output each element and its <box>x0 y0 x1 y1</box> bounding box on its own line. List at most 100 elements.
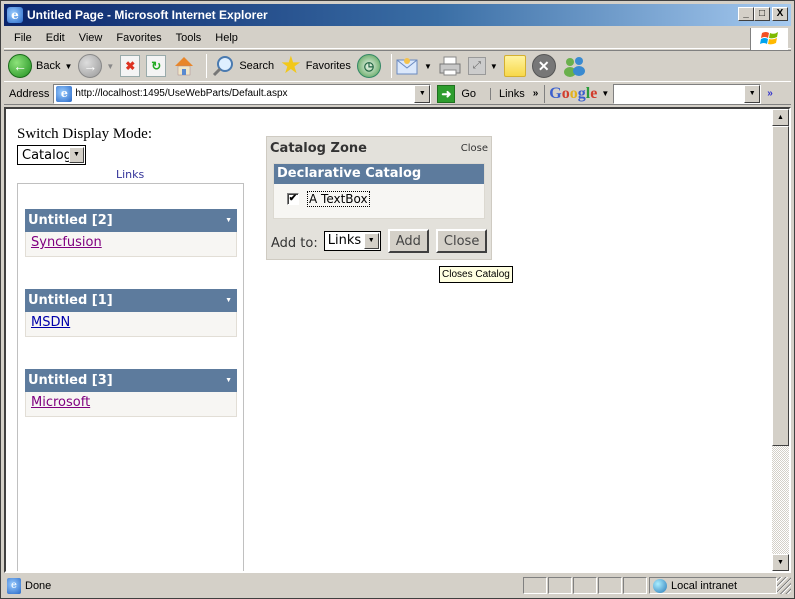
menu-tools[interactable]: Tools <box>169 32 209 44</box>
standard-toolbar: ← Back ▼ → ▼ ✖ ↻ Search ★ Favorites ◷ ▼ … <box>4 50 791 82</box>
syncfusion-link[interactable]: Syncfusion <box>31 235 102 250</box>
address-label: Address <box>9 87 50 100</box>
menu-help[interactable]: Help <box>208 32 245 44</box>
security-zone-label: Local intranet <box>671 579 738 592</box>
favorites-button[interactable]: ★ Favorites <box>280 54 351 78</box>
page-icon: e <box>56 85 73 102</box>
catalog-footer: Add to: Links ▼ Add Close <box>271 229 488 253</box>
browser-window: e Untitled Page - Microsoft Internet Exp… <box>0 0 795 599</box>
messenger-button[interactable] <box>562 55 588 77</box>
verbs-menu-icon[interactable]: ▼ <box>225 217 232 224</box>
status-panel <box>523 577 547 594</box>
minimize-button[interactable]: _ <box>738 7 754 21</box>
edit-button[interactable]: ⤢ ▼ <box>467 57 498 75</box>
back-dropdown-icon[interactable]: ▼ <box>64 62 72 71</box>
catalog-item-checkbox[interactable]: ✔ <box>287 193 299 205</box>
webpart: Untitled [1] ▼ MSDN <box>25 289 237 337</box>
webpart-body: Syncfusion <box>25 232 237 257</box>
links-label[interactable]: Links <box>499 88 525 100</box>
catalog-name: Declarative Catalog <box>274 164 484 184</box>
scroll-down-icon[interactable]: ▼ <box>772 554 789 571</box>
links-toolbar[interactable]: Links » <box>490 87 539 100</box>
close-circle-button[interactable]: ✕ <box>531 54 556 78</box>
forward-button[interactable]: → ▼ <box>78 54 114 78</box>
close-catalog-button[interactable]: Close <box>435 229 488 253</box>
page-viewport: Switch Display Mode: Catalog ▼ Links Unt… <box>4 107 791 573</box>
maximize-button[interactable]: □ <box>754 7 770 21</box>
resize-grip[interactable] <box>777 577 791 594</box>
msdn-link[interactable]: MSDN <box>31 315 70 330</box>
intranet-globe-icon <box>653 578 667 593</box>
catalog-close-link[interactable]: Close <box>461 143 488 154</box>
links-chevron-icon[interactable]: » <box>533 88 539 99</box>
print-icon <box>439 56 461 76</box>
google-logo[interactable]: Google <box>549 85 597 103</box>
home-button[interactable] <box>172 54 196 78</box>
toolbar-separator-2 <box>390 54 392 78</box>
links-zone: Untitled [2] ▼ Syncfusion Untitled [1] ▼… <box>17 183 244 571</box>
catalog-item: ✔ A TextBox <box>274 184 484 207</box>
webpart-body: Microsoft <box>25 392 237 417</box>
google-dropdown-icon[interactable]: ▼ <box>601 89 609 98</box>
catalog-zone-header: Catalog Zone Close <box>267 137 491 159</box>
search-button[interactable]: Search <box>211 54 274 78</box>
edit-icon: ⤢ <box>467 57 486 75</box>
toolbar-separator <box>206 54 208 78</box>
status-panel <box>548 577 572 594</box>
back-label: Back <box>36 60 61 72</box>
google-toolbar[interactable]: Google ▼ <box>544 84 609 103</box>
mail-dropdown-icon[interactable]: ▼ <box>424 62 432 71</box>
catalog-zone: Catalog Zone Close Declarative Catalog ✔… <box>266 136 492 260</box>
print-button[interactable] <box>438 55 462 77</box>
google-more-chevron-icon[interactable]: » <box>767 88 773 99</box>
mail-button[interactable]: ▼ <box>396 56 432 76</box>
address-bar: Address e http://localhost:1495/UseWebPa… <box>4 83 791 105</box>
vertical-scrollbar[interactable]: ▲ ▼ <box>772 109 789 571</box>
webpart-header: Untitled [2] ▼ <box>25 209 237 232</box>
stop-button[interactable]: ✖ <box>120 55 141 77</box>
close-button[interactable]: X <box>772 7 788 21</box>
declarative-catalog: Declarative Catalog ✔ A TextBox <box>273 163 485 219</box>
chevron-down-icon[interactable]: ▼ <box>69 147 84 163</box>
webpart-header: Untitled [3] ▼ <box>25 369 237 392</box>
google-search-dropdown-icon[interactable]: ▼ <box>744 84 761 103</box>
address-url[interactable]: http://localhost:1495/UseWebParts/Defaul… <box>75 88 287 99</box>
chevron-down-icon[interactable]: ▼ <box>363 233 379 249</box>
address-dropdown-icon[interactable]: ▼ <box>414 84 431 103</box>
web-page: Switch Display Mode: Catalog ▼ Links Unt… <box>6 109 774 571</box>
google-search-input[interactable]: ▼ <box>613 83 762 104</box>
verbs-menu-icon[interactable]: ▼ <box>225 297 232 304</box>
windows-logo-icon <box>750 28 788 50</box>
add-button[interactable]: Add <box>387 229 429 253</box>
tooltip: Closes Catalog <box>439 266 513 283</box>
favorites-star-icon: ★ <box>280 52 302 79</box>
catalog-item-label[interactable]: A TextBox <box>307 191 370 207</box>
back-icon: ← <box>8 54 32 78</box>
menu-edit[interactable]: Edit <box>39 32 72 44</box>
back-button[interactable]: ← Back ▼ <box>8 54 72 78</box>
status-panel <box>573 577 597 594</box>
menu-favorites[interactable]: Favorites <box>109 32 168 44</box>
microsoft-link[interactable]: Microsoft <box>31 395 90 410</box>
menu-view[interactable]: View <box>72 32 110 44</box>
go-button[interactable]: ➜ Go <box>437 84 476 103</box>
note-button[interactable] <box>503 55 526 77</box>
add-to-zone-select[interactable]: Links ▼ <box>323 231 381 251</box>
refresh-button[interactable]: ↻ <box>146 55 167 77</box>
webpart-header: Untitled [1] ▼ <box>25 289 237 312</box>
menu-file[interactable]: File <box>4 32 39 44</box>
forward-dropdown-icon[interactable]: ▼ <box>106 62 114 71</box>
webpart-title: Untitled [1] <box>28 293 113 308</box>
address-input[interactable]: e http://localhost:1495/UseWebParts/Defa… <box>53 83 432 104</box>
ie-icon: e <box>7 7 23 23</box>
verbs-menu-icon[interactable]: ▼ <box>225 377 232 384</box>
webpart-title: Untitled [3] <box>28 373 113 388</box>
display-mode-select[interactable]: Catalog ▼ <box>17 145 86 165</box>
mail-icon <box>396 58 418 75</box>
add-to-label: Add to: <box>271 235 318 251</box>
scrollbar-thumb[interactable] <box>772 126 789 446</box>
history-button[interactable]: ◷ <box>356 54 381 78</box>
scroll-up-icon[interactable]: ▲ <box>772 109 789 126</box>
links-zone-title: Links <box>116 168 145 181</box>
edit-dropdown-icon[interactable]: ▼ <box>490 62 498 71</box>
